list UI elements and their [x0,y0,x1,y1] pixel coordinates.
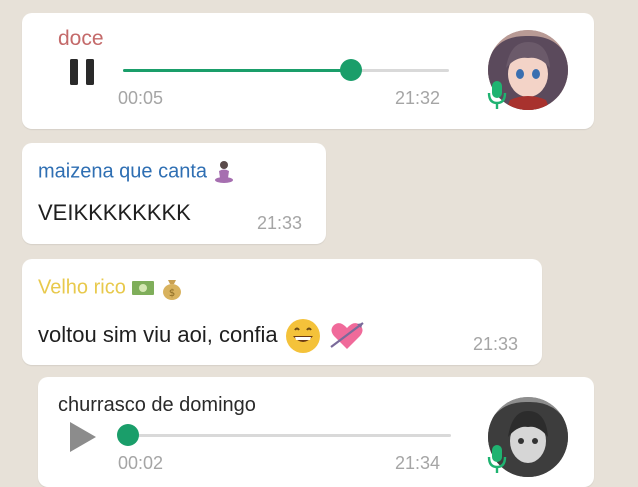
svg-text:$: $ [169,288,175,299]
message-timestamp: 21:33 [473,334,519,354]
audio-seek-handle[interactable] [340,59,363,81]
voice-duration: 00:02 [118,453,164,473]
message-text-line: voltou sim viu aoi, confia [38,317,366,355]
sender-name: Velho rico [38,276,126,299]
grinning-face-icon [285,319,320,353]
audio-progress-track[interactable] [117,424,451,446]
sender-name: churrasco de domingo [58,394,256,416]
audio-progress-fill [123,69,352,72]
sender-line: maizena que canta [38,160,235,184]
voice-message-bubble: doce 00:05 21:32 [22,13,594,129]
pause-icon[interactable] [68,55,98,91]
voice-duration: 00:05 [118,88,164,108]
message-timestamp: 21:34 [395,453,441,473]
meditating-person-icon [214,161,233,183]
microphone-icon [487,81,507,109]
money-bag-icon: $ [162,280,181,300]
sender-line: Velho rico $ [38,276,183,300]
message-timestamp: 21:32 [395,88,441,108]
heart-arrow-icon [330,322,364,349]
message-text: VEIKKKKKKKK [38,200,191,225]
audio-progress-track[interactable] [123,59,449,81]
message-text: voltou sim viu aoi, confia [38,321,278,347]
message-timestamp: 21:33 [257,213,303,233]
microphone-icon [487,445,507,473]
text-message-bubble: Velho rico $ voltou sim viu aoi, confia … [22,259,542,365]
voice-message-bubble: churrasco de domingo 00:02 21:34 [38,377,594,487]
audio-seek-handle[interactable] [117,424,139,446]
sender-name: doce [58,27,104,50]
text-message-bubble: maizena que canta VEIKKKKKKKK 21:33 [22,143,326,244]
money-bills-icon [132,281,155,295]
sender-name: maizena que canta [38,160,208,183]
play-icon[interactable] [66,419,100,455]
